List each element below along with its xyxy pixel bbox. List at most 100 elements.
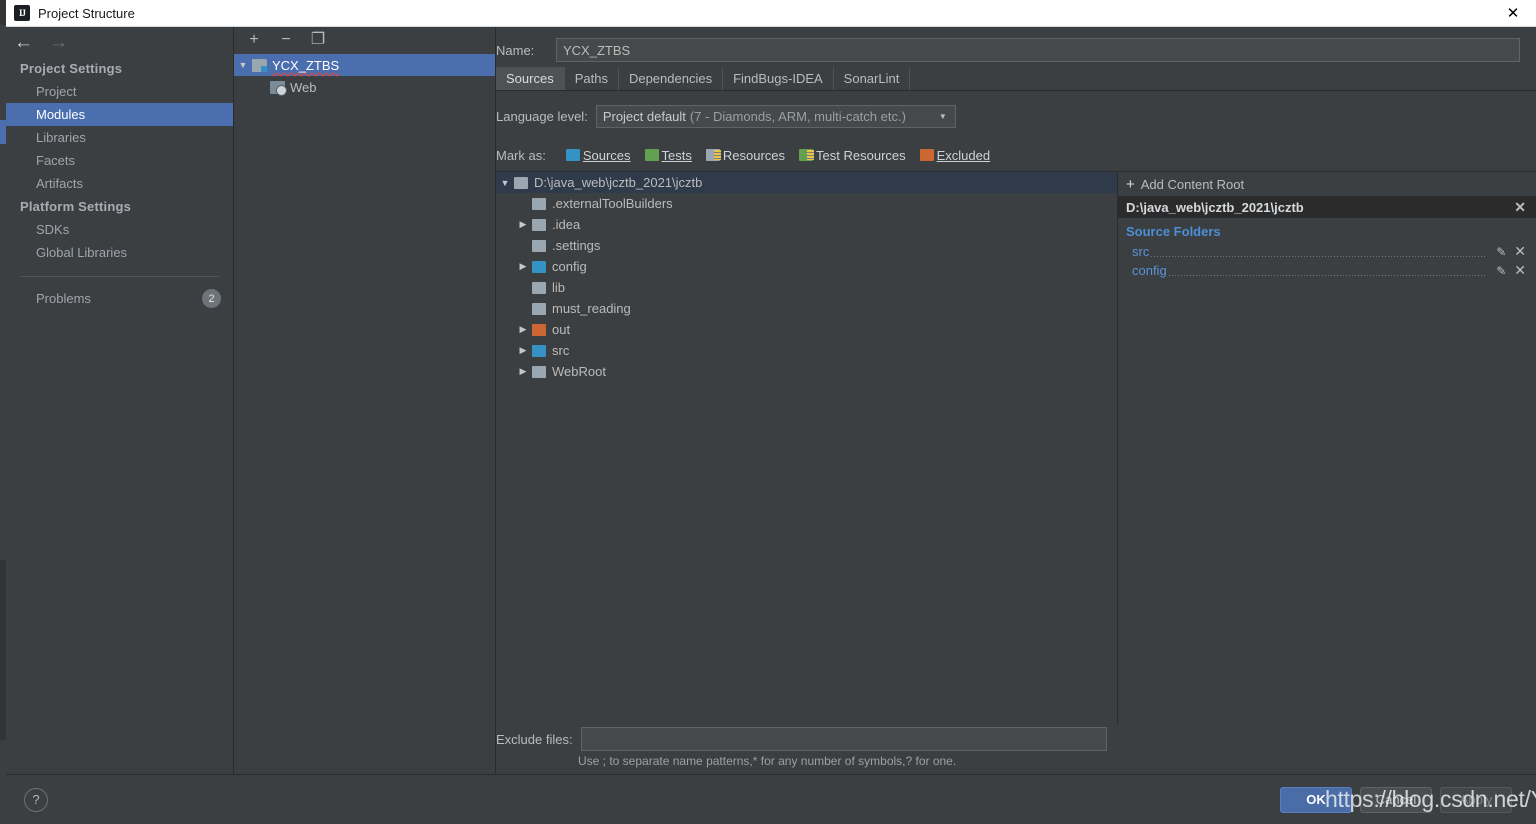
language-level-row: Language level: Project default (7 - Dia… [496, 101, 1536, 131]
folder-icon [532, 239, 546, 252]
cancel-button[interactable]: Cancel [1360, 786, 1432, 813]
content-root-header: D:\java_web\jcztb_2021\jcztb ✕ [1118, 196, 1536, 218]
sidebar-item-artifacts[interactable]: Artifacts [6, 172, 233, 195]
close-icon[interactable]: ✕ [1490, 0, 1536, 26]
module-name-label: Name: [496, 42, 535, 58]
source-folder-icon [532, 344, 546, 357]
file-tree-row[interactable]: lib [496, 277, 1117, 298]
folder-icon [532, 218, 546, 231]
file-tree-row[interactable]: ▶ src [496, 340, 1117, 361]
leader-dots [1168, 275, 1487, 276]
content-root-file-tree: ▼ D:\java_web\jcztb_2021\jcztb .external… [496, 172, 1118, 724]
expand-twisty-icon[interactable]: ▼ [496, 178, 514, 188]
exclude-files-input[interactable] [580, 727, 1107, 751]
remove-source-folder-icon[interactable]: ✕ [1514, 243, 1526, 260]
file-tree-row-label: D:\java_web\jcztb_2021\jcztb [534, 175, 703, 190]
sidebar-item-project[interactable]: Project [6, 80, 233, 103]
sidebar-group-project-settings: Project Settings [20, 61, 123, 76]
tab-sonarlint[interactable]: SonarLint [834, 67, 911, 90]
dialog-footer: ? OK Cancel Apply [6, 774, 1536, 824]
intellij-logo-icon: IJ [14, 5, 30, 21]
mark-as-test-resources-button[interactable]: Test Resources [799, 148, 906, 163]
remove-module-icon[interactable]: − [278, 32, 294, 48]
mark-as-row: Mark as: Sources Tests Resources Test Re… [496, 139, 1536, 171]
help-button[interactable]: ? [24, 787, 48, 812]
source-folder-row[interactable]: src ✎ ✕ [1118, 242, 1536, 261]
file-tree-row-label: .settings [552, 238, 601, 253]
folder-icon [532, 197, 546, 210]
source-folder-name: src [1132, 244, 1150, 259]
file-tree-row-label: WebRoot [552, 364, 606, 379]
mark-as-resources-button[interactable]: Resources [705, 147, 786, 163]
mark-as-label-text: Resources [722, 147, 786, 163]
copy-module-icon[interactable]: ❐ [310, 32, 326, 48]
sources-folder-icon [565, 149, 580, 161]
language-level-select[interactable]: Project default (7 - Diamonds, ARM, mult… [595, 104, 956, 128]
source-folder-name: config [1132, 263, 1167, 278]
file-tree-row[interactable]: .settings [496, 235, 1117, 256]
expand-twisty-icon[interactable]: ▶ [514, 366, 532, 377]
ok-button[interactable]: OK [1280, 786, 1352, 813]
expand-twisty-icon[interactable]: ▶ [514, 219, 532, 230]
sidebar-item-global-libraries[interactable]: Global Libraries [6, 241, 233, 264]
expand-twisty-icon[interactable]: ▶ [514, 345, 532, 356]
language-level-label: Language level: [496, 108, 588, 124]
web-facet-icon [270, 80, 287, 96]
apply-button[interactable]: Apply [1440, 786, 1512, 813]
file-tree-row[interactable]: ▶ out [496, 319, 1117, 340]
module-name-input[interactable]: YCX_ZTBS [556, 38, 1520, 62]
edit-pencil-icon[interactable]: ✎ [1496, 245, 1506, 259]
module-list-panel: + − ❐ ▼ YCX_ZTBS Web [234, 27, 496, 774]
tab-dependencies[interactable]: Dependencies [619, 67, 724, 90]
back-arrow-icon[interactable]: ← [14, 33, 33, 52]
sidebar-item-sdks[interactable]: SDKs [6, 218, 233, 241]
file-tree-row[interactable]: ▼ D:\java_web\jcztb_2021\jcztb [496, 172, 1117, 193]
edit-pencil-icon[interactable]: ✎ [1496, 264, 1506, 278]
source-folder-row[interactable]: config ✎ ✕ [1118, 261, 1536, 280]
sidebar-item-problems[interactable]: Problems 2 [6, 287, 233, 310]
remove-content-root-icon[interactable]: ✕ [1514, 199, 1526, 216]
settings-sidebar: ← → Project Settings Project Modules Lib… [6, 27, 234, 774]
file-tree-row[interactable]: ▶ .idea [496, 214, 1117, 235]
dialog-title: Project Structure [38, 5, 135, 21]
dialog-body: ← → Project Settings Project Modules Lib… [6, 27, 1536, 774]
tab-paths[interactable]: Paths [565, 67, 619, 90]
tab-findbugs-idea[interactable]: FindBugs-IDEA [723, 67, 834, 90]
excluded-folder-icon [919, 149, 934, 161]
file-tree-row[interactable]: must_reading [496, 298, 1117, 319]
expand-twisty-icon[interactable]: ▶ [514, 324, 532, 335]
mark-as-sources-button[interactable]: Sources [565, 147, 631, 163]
exclude-files-row: Exclude files: [496, 724, 1536, 754]
module-tree-row-label: YCX_ZTBS [272, 57, 340, 73]
folder-icon [514, 176, 528, 189]
module-name-row: Name: YCX_ZTBS [496, 33, 1536, 67]
file-tree-row[interactable]: .externalToolBuilders [496, 193, 1117, 214]
mark-as-label-text: Tests [661, 147, 692, 163]
expand-twisty-icon[interactable]: ▼ [234, 60, 252, 70]
tab-sources[interactable]: Sources [496, 67, 565, 90]
module-tree-row-web[interactable]: Web [234, 76, 495, 98]
module-tree-row-ycx-ztbs[interactable]: ▼ YCX_ZTBS [234, 54, 495, 76]
remove-source-folder-icon[interactable]: ✕ [1514, 262, 1526, 279]
mark-as-excluded-button[interactable]: Excluded [919, 148, 990, 163]
sidebar-item-facets[interactable]: Facets [6, 149, 233, 172]
add-content-root-button[interactable]: + Add Content Root [1118, 172, 1536, 196]
sidebar-item-modules[interactable]: Modules [6, 103, 233, 126]
mark-as-tests-button[interactable]: Tests [644, 147, 692, 163]
module-tabs: Sources Paths Dependencies FindBugs-IDEA… [496, 67, 1536, 91]
exclude-files-hint: Use ; to separate name patterns,* for an… [578, 754, 957, 768]
module-tree: ▼ YCX_ZTBS Web [234, 53, 495, 774]
problems-count-badge: 2 [202, 289, 221, 308]
file-tree-row-label: src [552, 343, 570, 358]
file-tree-row[interactable]: ▶ config [496, 256, 1117, 277]
add-module-icon[interactable]: + [246, 32, 262, 48]
expand-twisty-icon[interactable]: ▶ [514, 261, 532, 272]
file-tree-row[interactable]: ▶ WebRoot [496, 361, 1117, 382]
mark-as-label-text: Sources [582, 147, 631, 163]
forward-arrow-icon[interactable]: → [49, 33, 68, 52]
language-level-value: Project default [602, 108, 686, 124]
footer-buttons: OK Cancel Apply [1280, 786, 1512, 813]
sidebar-item-libraries[interactable]: Libraries [6, 126, 233, 149]
folder-module-icon [252, 58, 267, 72]
file-tree-row-label: lib [552, 280, 566, 295]
